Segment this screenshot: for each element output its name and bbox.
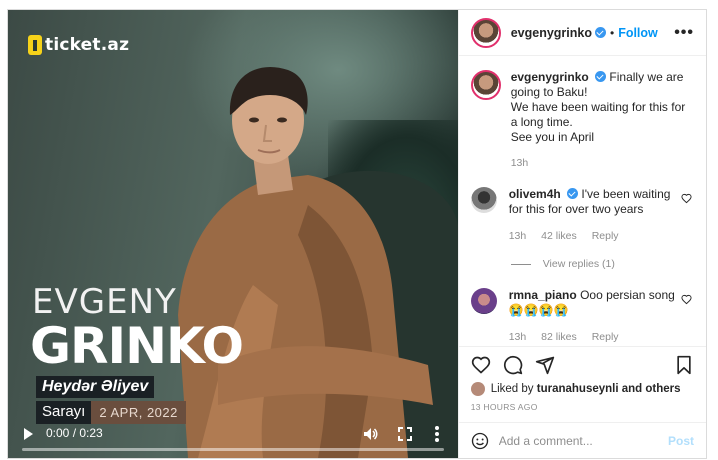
- comment-username[interactable]: rmna_piano: [509, 288, 577, 302]
- share-icon[interactable]: [535, 355, 555, 375]
- bookmark-icon[interactable]: [674, 355, 694, 375]
- reply-button[interactable]: Reply: [592, 230, 619, 242]
- fullscreen-icon[interactable]: [398, 427, 412, 441]
- comment-item: rmna_piano Ooo persian song😭😭😭😭 13h 82 l…: [470, 288, 694, 345]
- likes-prefix: Liked by: [490, 383, 534, 395]
- more-vert-icon[interactable]: [434, 425, 440, 443]
- artist-last-name: GRINKO: [30, 317, 244, 375]
- comment-time: 13h: [508, 331, 527, 343]
- post-caption: evgenygrinko Finally we are going to Bak…: [470, 70, 694, 169]
- follow-button[interactable]: Follow: [618, 26, 658, 40]
- caption-line3: See you in April: [510, 130, 595, 144]
- ticket-logo-icon: [28, 35, 42, 55]
- video-progress-bar[interactable]: [22, 448, 444, 451]
- post-button[interactable]: Post: [668, 434, 694, 448]
- post-time: 13 HOURS AGO: [470, 402, 538, 412]
- venue-line1: Heydər Əliyev: [36, 376, 155, 398]
- post-dialog: ticket.az EVGENY GRINKO Heydər Əliyev Sa…: [7, 9, 707, 459]
- comment-likes[interactable]: 82 likes: [541, 331, 577, 343]
- verified-icon: [567, 188, 579, 199]
- logo-text: ticket.az: [45, 35, 130, 55]
- video-time: 0:00 / 0:23: [46, 426, 103, 440]
- emoji-icon[interactable]: [471, 432, 489, 450]
- post-actions: [458, 346, 706, 382]
- comment-avatar[interactable]: [470, 187, 497, 213]
- volume-icon[interactable]: [362, 426, 378, 442]
- header-separator: •: [609, 25, 615, 40]
- likes-summary: Liked by turanahuseynli and others: [459, 382, 706, 396]
- add-comment-bar: Post: [458, 422, 706, 458]
- liker-username[interactable]: turanahuseynli: [537, 383, 619, 395]
- caption-username[interactable]: evgenygrinko: [511, 70, 589, 84]
- video-controls: 0:00 / 0:23: [8, 418, 458, 458]
- reply-button[interactable]: Reply: [592, 331, 619, 343]
- comment-like-icon[interactable]: [681, 193, 692, 204]
- caption-text: evgenygrinko Finally we are going to Bak…: [511, 70, 694, 145]
- caption-time: 13h: [510, 157, 529, 169]
- header-username[interactable]: evgenygrinko: [511, 26, 592, 40]
- caption-meta: 13h: [511, 157, 694, 169]
- post-header: evgenygrinko • Follow •••: [458, 10, 706, 56]
- comment-meta: 13h 42 likes Reply: [509, 229, 676, 244]
- liker-avatar[interactable]: [470, 382, 485, 396]
- comments-list[interactable]: evgenygrinko Finally we are going to Bak…: [459, 56, 706, 346]
- play-icon[interactable]: [24, 428, 33, 440]
- video-player[interactable]: ticket.az EVGENY GRINKO Heydər Əliyev Sa…: [8, 10, 458, 458]
- comment-likes[interactable]: 42 likes: [541, 230, 577, 242]
- comment-meta: 13h 82 likes Reply: [509, 330, 676, 345]
- venue-name: Heydər Əliyev: [42, 378, 149, 395]
- caption-line2: We have been waiting for this for a long…: [510, 100, 686, 129]
- comment-item: olivem4h I've been waiting for this for …: [470, 187, 694, 244]
- ticket-logo: ticket.az: [28, 35, 129, 55]
- comment-avatar[interactable]: [470, 288, 497, 314]
- caption-avatar[interactable]: [470, 70, 501, 100]
- more-options-button[interactable]: •••: [674, 24, 694, 42]
- comment-icon[interactable]: [503, 355, 523, 375]
- comment-like-icon[interactable]: [681, 294, 692, 305]
- verified-icon: [594, 27, 606, 38]
- comment-time: 13h: [508, 230, 527, 242]
- post-side-panel: evgenygrinko • Follow ••• evgenygrinko F…: [457, 10, 706, 458]
- view-replies-button[interactable]: View replies (1): [511, 258, 694, 270]
- comment-username[interactable]: olivem4h: [509, 187, 561, 201]
- verified-icon: [595, 71, 607, 82]
- avatar[interactable]: [470, 17, 501, 48]
- artist-first-name: EVGENY: [32, 282, 177, 322]
- artist-photo: [178, 67, 458, 458]
- heart-icon[interactable]: [471, 355, 491, 375]
- comment-input[interactable]: [498, 433, 668, 448]
- likes-suffix[interactable]: and others: [622, 383, 681, 395]
